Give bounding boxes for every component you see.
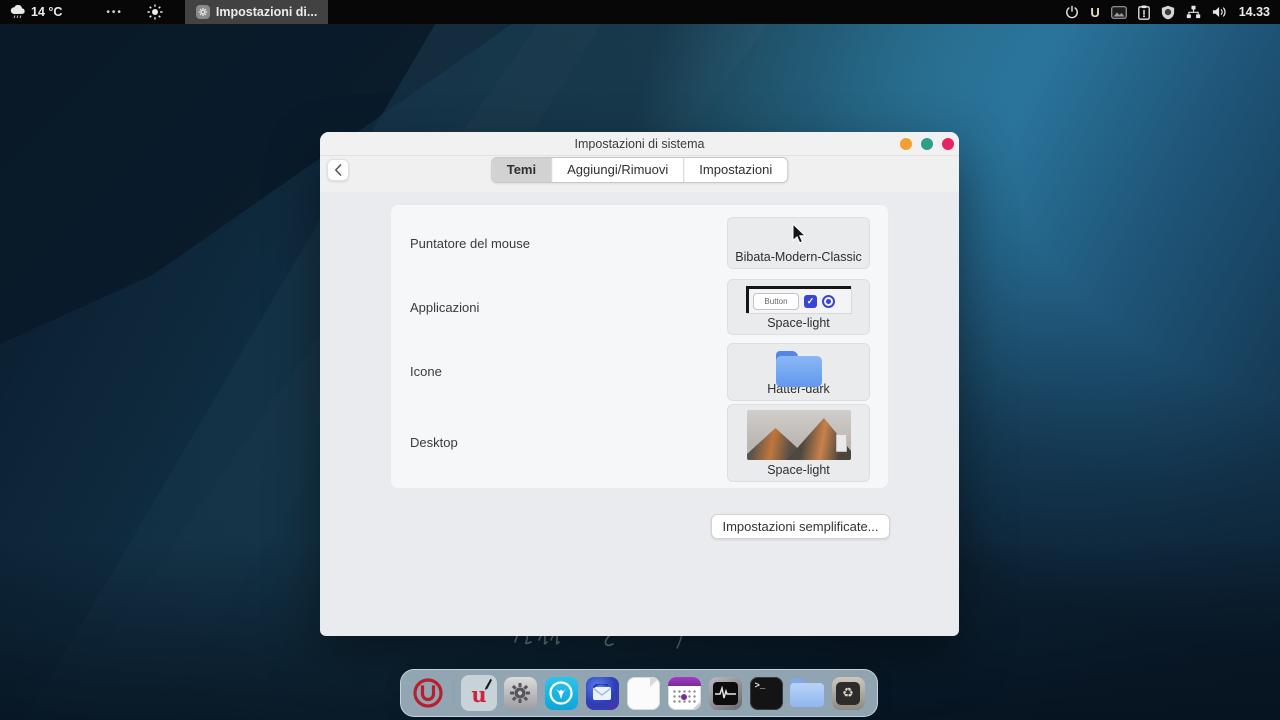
librewolf-icon bbox=[545, 677, 578, 710]
preview-radio bbox=[822, 295, 835, 308]
dock-separator bbox=[453, 679, 454, 707]
row-label: Desktop bbox=[410, 435, 458, 450]
row-label: Icone bbox=[410, 364, 442, 379]
clipboard-alert-icon[interactable] bbox=[1138, 0, 1150, 24]
theme-name: Space-light bbox=[767, 316, 830, 330]
row-desktop: Desktop Space-light bbox=[391, 404, 888, 482]
chevron-left-icon bbox=[334, 164, 342, 176]
folder-icon bbox=[776, 351, 822, 379]
row-label: Applicazioni bbox=[410, 300, 479, 315]
document-icon bbox=[627, 677, 660, 710]
trash-icon: ♻ bbox=[832, 677, 865, 710]
widget-preview: Button ✓ bbox=[746, 286, 851, 313]
unity-logo-icon bbox=[412, 677, 444, 709]
tab-group: Temi Aggiungi/Rimuovi Impostazioni bbox=[491, 157, 789, 183]
network-icon[interactable] bbox=[1186, 0, 1201, 24]
dock-item-terminal[interactable]: >_ bbox=[748, 675, 784, 711]
preview-checkbox: ✓ bbox=[804, 295, 817, 308]
back-button[interactable] bbox=[327, 159, 349, 181]
files-folder-icon bbox=[790, 679, 824, 707]
maximize-button[interactable] bbox=[921, 138, 933, 150]
weather-temp: 14 °C bbox=[31, 5, 62, 19]
simplified-settings-button[interactable]: Impostazioni semplificate... bbox=[711, 514, 890, 539]
tab-impostazioni[interactable]: Impostazioni bbox=[683, 158, 787, 182]
thunderbird-icon bbox=[586, 677, 619, 710]
security-shield-icon[interactable] bbox=[1161, 0, 1175, 24]
active-app-chip[interactable]: Impostazioni di... bbox=[185, 0, 328, 24]
cursor-icon bbox=[790, 223, 807, 247]
dock-item-settings[interactable] bbox=[502, 675, 538, 711]
dock-item-trash[interactable]: ♻ bbox=[830, 675, 866, 711]
row-mouse-pointer: Puntatore del mouse Bibata-Modern-Classi… bbox=[391, 211, 888, 275]
row-applications: Applicazioni Button ✓ Space-light bbox=[391, 275, 888, 339]
dock-item-unity-logo[interactable] bbox=[410, 675, 446, 711]
dock-item-thunderbird[interactable] bbox=[584, 675, 620, 711]
pen-icon bbox=[482, 678, 492, 691]
dock-item-red-editor[interactable]: u bbox=[461, 675, 497, 711]
close-button[interactable] bbox=[942, 138, 954, 150]
system-monitor-icon bbox=[709, 677, 742, 710]
theme-name: Bibata-Modern-Classic bbox=[735, 250, 861, 264]
preview-button: Button bbox=[753, 293, 799, 310]
dock: u bbox=[400, 669, 878, 717]
gear-icon bbox=[196, 5, 210, 19]
tab-temi[interactable]: Temi bbox=[492, 158, 551, 182]
rain-cloud-icon bbox=[10, 5, 26, 19]
dock-item-system-monitor[interactable] bbox=[707, 675, 743, 711]
wallpaper-thumbnail bbox=[747, 410, 851, 460]
screenshot-icon[interactable] bbox=[1111, 0, 1127, 24]
dock-item-files[interactable] bbox=[789, 675, 825, 711]
terminal-icon: >_ bbox=[750, 677, 783, 710]
settings-gear-icon bbox=[504, 677, 537, 710]
themes-panel: Puntatore del mouse Bibata-Modern-Classi… bbox=[390, 204, 889, 489]
menubar: 14 °C ••• Impostazioni di... bbox=[0, 0, 1280, 24]
row-icons: Icone Hatter-dark bbox=[391, 340, 888, 404]
brightness-widget[interactable] bbox=[139, 0, 171, 24]
minimize-button[interactable] bbox=[900, 138, 912, 150]
tab-aggiungi-rimuovi[interactable]: Aggiungi/Rimuovi bbox=[551, 158, 683, 182]
row-label: Puntatore del mouse bbox=[410, 236, 530, 251]
mouse-pointer-theme-card[interactable]: Bibata-Modern-Classic bbox=[727, 217, 870, 269]
menubar-left: 14 °C ••• Impostazioni di... bbox=[0, 0, 328, 24]
applications-theme-card[interactable]: Button ✓ Space-light bbox=[727, 279, 870, 335]
dock-item-librewolf[interactable] bbox=[543, 675, 579, 711]
overflow-dots-menu[interactable]: ••• bbox=[100, 7, 129, 18]
window-titlebar[interactable]: Impostazioni di sistema bbox=[320, 132, 959, 156]
window-controls bbox=[900, 132, 954, 156]
terminal-prompt: >_ bbox=[750, 677, 766, 691]
distro-logo-icon[interactable]: U bbox=[1090, 0, 1099, 24]
active-app-title: Impostazioni di... bbox=[216, 5, 317, 19]
recycle-glyph: ♻ bbox=[842, 685, 854, 701]
desktop-theme-card[interactable]: Space-light bbox=[727, 404, 870, 482]
dock-item-text-editor[interactable] bbox=[625, 675, 661, 711]
menubar-tray: U bbox=[1065, 0, 1280, 24]
weather-widget[interactable]: 14 °C bbox=[0, 0, 72, 24]
settings-window: Impostazioni di sistema Temi Aggiungi/Ri… bbox=[320, 132, 959, 636]
icons-theme-card[interactable]: Hatter-dark bbox=[727, 343, 870, 401]
power-icon[interactable] bbox=[1065, 0, 1079, 24]
window-toolbar: Temi Aggiungi/Rimuovi Impostazioni bbox=[320, 156, 959, 192]
dock-item-calendar[interactable] bbox=[666, 675, 702, 711]
window-title: Impostazioni di sistema bbox=[575, 137, 705, 151]
clock[interactable]: 14.33 bbox=[1239, 5, 1270, 19]
calendar-icon bbox=[668, 677, 701, 710]
brightness-icon bbox=[147, 4, 163, 20]
theme-name: Space-light bbox=[767, 463, 830, 477]
volume-icon[interactable] bbox=[1212, 0, 1228, 24]
